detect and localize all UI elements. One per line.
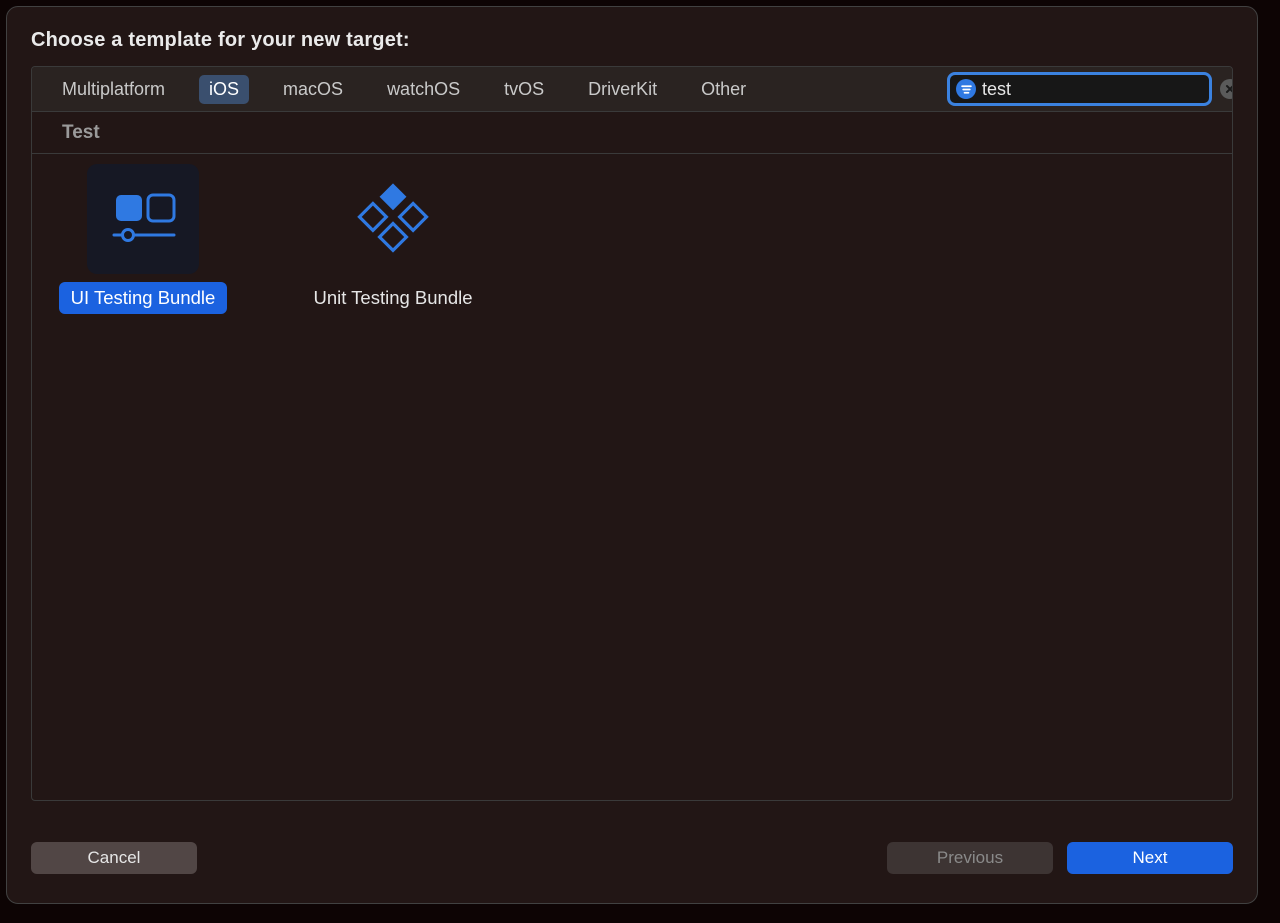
template-label: UI Testing Bundle xyxy=(59,282,228,314)
next-button[interactable]: Next xyxy=(1067,842,1233,874)
search-field[interactable] xyxy=(947,72,1212,106)
template-picker: Multiplatform iOS macOS watchOS tvOS Dri… xyxy=(31,66,1233,801)
template-ui-testing-bundle[interactable]: UI Testing Bundle xyxy=(38,164,248,314)
ui-testing-icon xyxy=(87,164,199,274)
template-grid: UI Testing Bundle Unit Testing Bundle xyxy=(32,154,1232,800)
dialog-title: Choose a template for your new target: xyxy=(31,29,1233,52)
cancel-button[interactable]: Cancel xyxy=(31,842,197,874)
template-label: Unit Testing Bundle xyxy=(299,282,486,314)
new-target-sheet: Choose a template for your new target: M… xyxy=(6,6,1258,904)
previous-button[interactable]: Previous xyxy=(887,842,1053,874)
tab-watchos[interactable]: watchOS xyxy=(377,75,470,104)
template-unit-testing-bundle[interactable]: Unit Testing Bundle xyxy=(288,164,498,314)
platform-tabbar: Multiplatform iOS macOS watchOS tvOS Dri… xyxy=(32,67,1232,112)
tab-tvos[interactable]: tvOS xyxy=(494,75,554,104)
unit-testing-icon xyxy=(337,164,449,274)
tab-ios[interactable]: iOS xyxy=(199,75,249,104)
tab-driverkit[interactable]: DriverKit xyxy=(578,75,667,104)
dialog-footer: Cancel Previous Next xyxy=(31,835,1233,881)
filter-icon[interactable] xyxy=(956,79,976,99)
clear-search-icon[interactable] xyxy=(1220,79,1233,99)
tab-macos[interactable]: macOS xyxy=(273,75,353,104)
section-header-test: Test xyxy=(32,112,1232,154)
search-input[interactable] xyxy=(982,79,1214,100)
tab-multiplatform[interactable]: Multiplatform xyxy=(52,75,175,104)
tab-other[interactable]: Other xyxy=(691,75,756,104)
